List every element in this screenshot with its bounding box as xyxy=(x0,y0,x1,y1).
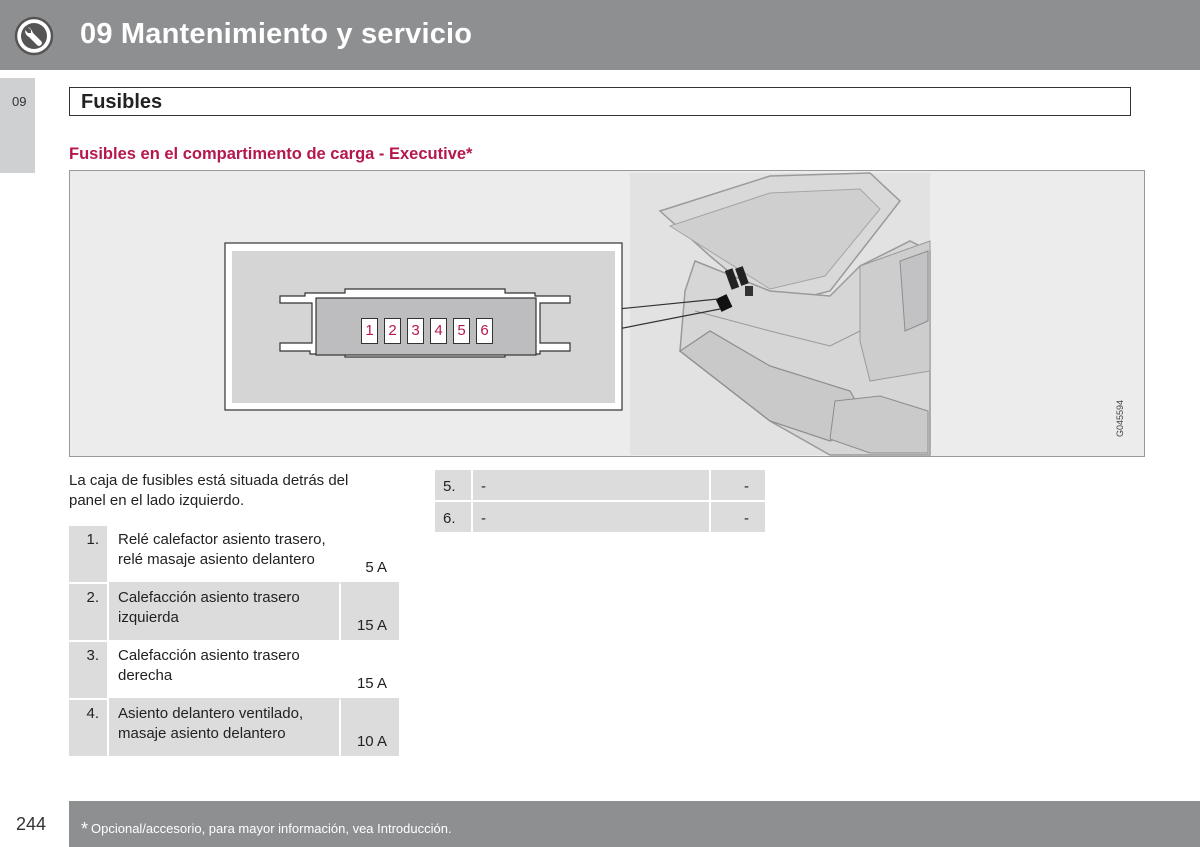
car-rear-illustration xyxy=(630,172,931,456)
table-row: 4. Asiento delantero ventilado, masaje a… xyxy=(69,700,399,758)
table-row: 6. - - xyxy=(435,502,765,534)
fuse-amperage: 15 A xyxy=(341,584,399,642)
fuse-table-right: 5. - - 6. - - xyxy=(435,470,765,534)
wrench-icon xyxy=(14,16,54,56)
footnote-text: Opcional/accesorio, para mayor informaci… xyxy=(91,821,452,836)
fuse-number: 4. xyxy=(69,700,109,758)
fuse-table-left: 1. Relé calefactor asiento trasero, relé… xyxy=(69,526,399,758)
fuse-number: 1. xyxy=(69,526,109,584)
fuse-amperage: 10 A xyxy=(341,700,399,758)
footnote: * Opcional/accesorio, para mayor informac… xyxy=(81,817,452,839)
fuse-number: 2. xyxy=(69,584,109,642)
fuse-slot-1: 1 xyxy=(361,318,378,344)
fuse-number: 3. xyxy=(69,642,109,700)
page-footer: 244 * Opcional/accesorio, para mayor info… xyxy=(0,801,1200,847)
fuse-amperage: 5 A xyxy=(341,526,399,584)
page-number: 244 xyxy=(16,814,47,834)
fuse-illustration xyxy=(224,172,931,456)
fuse-box xyxy=(279,288,571,358)
subheading: Fusibles en el compartimento de carga - … xyxy=(69,145,473,163)
table-row: 2. Calefacción asiento trasero izquierda… xyxy=(69,584,399,642)
chapter-title: 09 Mantenimiento y servicio xyxy=(80,18,473,50)
fuse-description: - xyxy=(473,470,711,502)
fuse-slot-4: 4 xyxy=(430,318,447,344)
fuse-amperage: - xyxy=(711,470,765,502)
fuse-slot-2: 2 xyxy=(384,318,401,344)
fuse-number: 5. xyxy=(435,470,473,502)
table-row: 3. Calefacción asiento trasero derecha 1… xyxy=(69,642,399,700)
footnote-star: * xyxy=(81,819,89,839)
section-header: Fusibles xyxy=(69,87,1131,116)
fuse-description: Calefacción asiento trasero derecha xyxy=(109,642,341,700)
fuse-description: - xyxy=(473,502,711,534)
figure-code: G045594 xyxy=(1115,399,1125,437)
fuse-amperage: 15 A xyxy=(341,642,399,700)
chapter-tab-label: 09 xyxy=(12,94,27,109)
intro-text: La caja de fusibles está situada detrás … xyxy=(69,472,349,509)
fuse-location-figure: 1 2 3 4 5 6 G045594 xyxy=(69,170,1145,457)
section-title: Fusibles xyxy=(81,91,163,113)
fuse-description: Relé calefactor asiento trasero, relé ma… xyxy=(109,526,341,584)
footer-bar: * Opcional/accesorio, para mayor informac… xyxy=(69,801,1200,847)
fuse-number: 6. xyxy=(435,502,473,534)
fuse-description: Calefacción asiento trasero izquierda xyxy=(109,584,341,642)
fuse-description: Asiento delantero ventilado, masaje asie… xyxy=(109,700,341,758)
table-row: 1. Relé calefactor asiento trasero, relé… xyxy=(69,526,399,584)
fuse-slot-3: 3 xyxy=(407,318,424,344)
chapter-tab: 09 xyxy=(0,78,35,173)
fuse-amperage: - xyxy=(711,502,765,534)
fuse-slot-5: 5 xyxy=(453,318,470,344)
fuse-slot-6: 6 xyxy=(476,318,493,344)
table-row: 5. - - xyxy=(435,470,765,502)
page-header: 09 Mantenimiento y servicio xyxy=(0,0,1200,70)
